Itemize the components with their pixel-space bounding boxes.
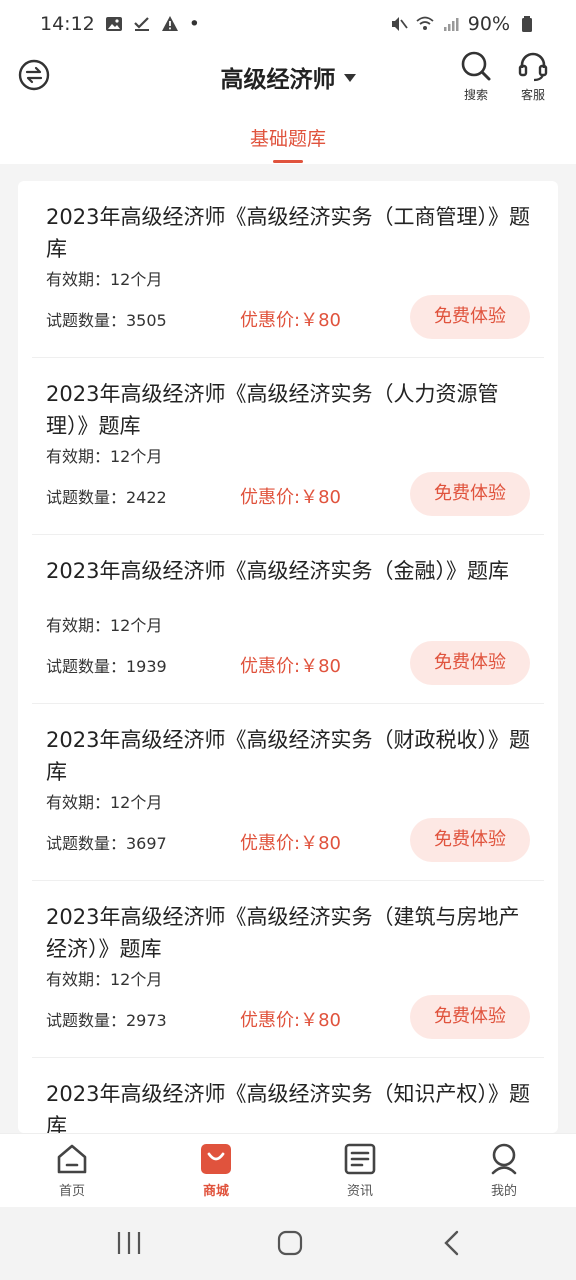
news-icon xyxy=(344,1143,376,1175)
product-validity: 有效期：12个月 xyxy=(46,793,163,812)
product-list[interactable]: 2023年高级经济师《高级经济实务（工商管理）》题库 有效期：12个月 试题数量… xyxy=(18,181,558,1133)
tab-underline xyxy=(273,160,303,163)
discount-price: 优惠价:￥80 xyxy=(240,487,341,508)
list-item[interactable]: 2023年高级经济师《高级经济实务（工商管理）》题库 有效期：12个月 试题数量… xyxy=(32,181,544,358)
product-title: 2023年高级经济师《高级经济实务（财政税收）》题库 xyxy=(46,728,530,784)
signal-icon xyxy=(443,18,459,31)
system-nav-bar xyxy=(0,1207,576,1280)
caret-down-icon xyxy=(343,73,356,82)
gallery-icon xyxy=(105,17,122,31)
nav-home[interactable]: 首页 xyxy=(32,1142,112,1199)
status-bar: 14:12 • 90% xyxy=(0,0,576,48)
back-icon[interactable] xyxy=(440,1229,464,1257)
wifi-icon xyxy=(416,16,434,30)
check-task-icon xyxy=(133,17,149,31)
search-icon xyxy=(461,51,491,81)
mute-icon xyxy=(391,17,408,31)
search-label: 搜索 xyxy=(463,88,488,102)
home-system-icon[interactable] xyxy=(276,1229,304,1257)
home-icon xyxy=(57,1144,87,1174)
discount-price: 优惠价:￥80 xyxy=(240,1010,341,1031)
discount-price: 优惠价:￥80 xyxy=(240,656,341,677)
discount-price: 优惠价:￥80 xyxy=(240,833,341,854)
question-count: 试题数量：3505 xyxy=(46,311,167,330)
warning-icon xyxy=(161,16,178,31)
free-trial-button[interactable]: 免费体验 xyxy=(410,641,530,685)
product-validity: 有效期：12个月 xyxy=(46,970,163,989)
product-title: 2023年高级经济师《高级经济实务（人力资源管理）》题库 xyxy=(46,382,499,438)
battery-icon xyxy=(522,16,532,32)
free-trial-button[interactable]: 免费体验 xyxy=(410,818,530,862)
list-item[interactable]: 2023年高级经济师《高级经济实务（人力资源管理）》题库 有效期：12个月 试题… xyxy=(32,358,544,535)
status-dot: • xyxy=(188,13,200,35)
customer-service-button[interactable]: 客服 xyxy=(511,50,555,103)
shop-bag-icon xyxy=(201,1144,231,1174)
list-item[interactable]: 2023年高级经济师《高级经济实务（知识产权）》题库 xyxy=(32,1058,544,1133)
free-trial-button[interactable]: 免费体验 xyxy=(410,295,530,339)
tab-basic-bank[interactable]: 基础题库 xyxy=(0,124,576,151)
product-title: 2023年高级经济师《高级经济实务（工商管理）》题库 xyxy=(46,205,530,261)
question-count: 试题数量：2422 xyxy=(46,488,167,507)
nav-label: 我的 xyxy=(490,1184,517,1199)
search-button[interactable]: 搜索 xyxy=(454,50,498,103)
discount-price: 优惠价:￥80 xyxy=(240,310,341,331)
nav-news[interactable]: 资讯 xyxy=(320,1142,400,1199)
tab-bar: 基础题库 xyxy=(0,104,576,164)
product-validity: 有效期：12个月 xyxy=(46,616,163,635)
question-count: 试题数量：2973 xyxy=(46,1011,167,1030)
nav-profile[interactable]: 我的 xyxy=(464,1142,544,1199)
product-title: 2023年高级经济师《高级经济实务（金融）》题库 xyxy=(46,559,509,583)
battery-percent: 90% xyxy=(467,13,510,35)
page-title: 高级经济师 xyxy=(220,67,336,93)
question-count: 试题数量：3697 xyxy=(46,834,167,853)
nav-label: 商城 xyxy=(202,1184,229,1199)
list-item[interactable]: 2023年高级经济师《高级经济实务（财政税收）》题库 有效期：12个月 试题数量… xyxy=(32,704,544,881)
service-label: 客服 xyxy=(520,88,545,102)
nav-label: 资讯 xyxy=(346,1184,373,1199)
list-item[interactable]: 2023年高级经济师《高级经济实务（建筑与房地产经济）》题库 有效期：12个月 … xyxy=(32,881,544,1058)
app-header: 高级经济师 搜索 客服 xyxy=(0,48,576,104)
nav-shop[interactable]: 商城 xyxy=(176,1142,256,1199)
recent-apps-icon[interactable] xyxy=(116,1229,142,1257)
product-validity: 有效期：12个月 xyxy=(46,270,163,289)
nav-label: 首页 xyxy=(58,1184,85,1199)
profile-icon xyxy=(491,1143,517,1175)
free-trial-button[interactable]: 免费体验 xyxy=(410,472,530,516)
list-item[interactable]: 2023年高级经济师《高级经济实务（金融）》题库 有效期：12个月 试题数量：1… xyxy=(32,535,544,704)
product-title: 2023年高级经济师《高级经济实务（建筑与房地产经济）》题库 xyxy=(46,905,520,961)
status-time: 14:12 xyxy=(40,13,95,35)
product-validity: 有效期：12个月 xyxy=(46,447,163,466)
bottom-nav: 首页 商城 资讯 我的 xyxy=(0,1133,576,1207)
product-title: 2023年高级经济师《高级经济实务（知识产权）》题库 xyxy=(46,1082,530,1133)
headset-icon xyxy=(518,52,548,82)
question-count: 试题数量：1939 xyxy=(46,657,167,676)
free-trial-button[interactable]: 免费体验 xyxy=(410,995,530,1039)
